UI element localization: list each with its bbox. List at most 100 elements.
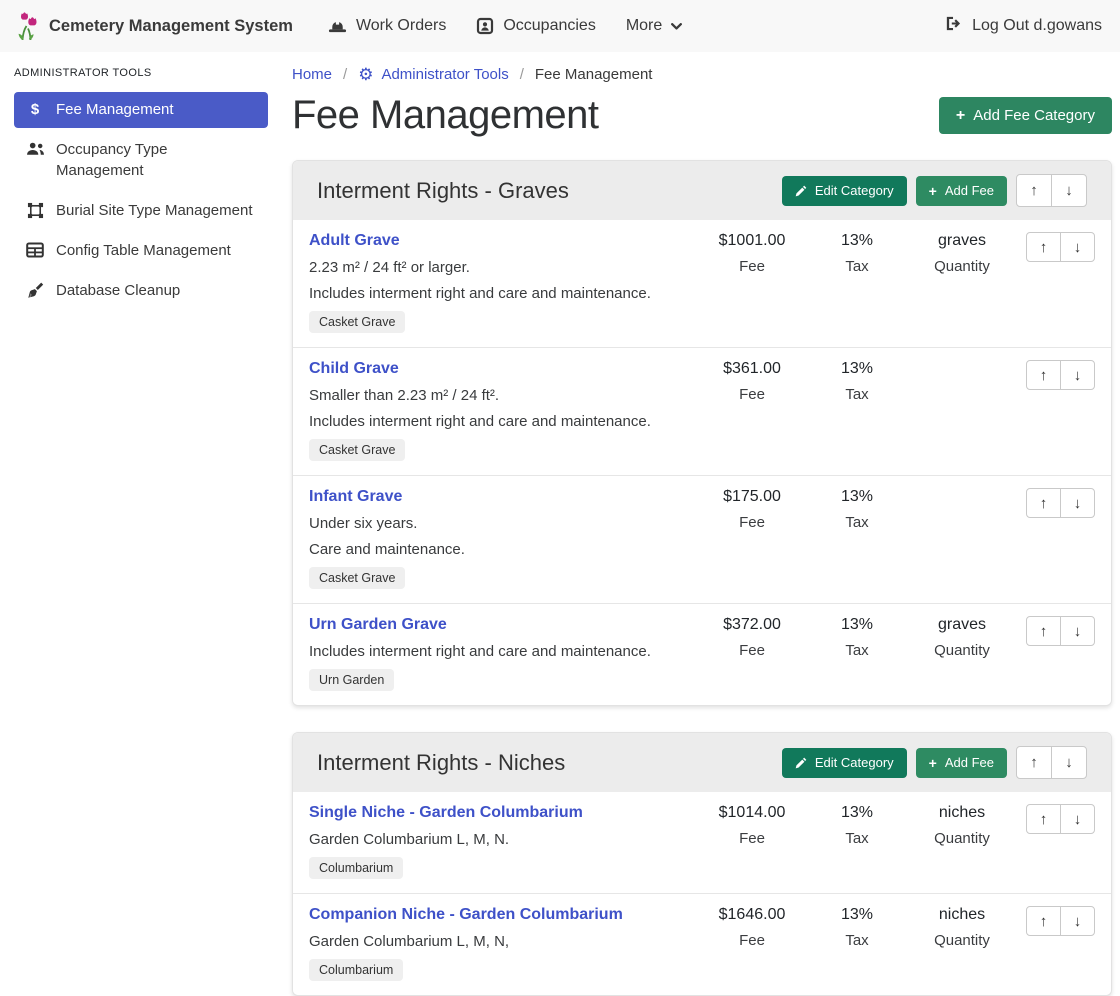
fee-tax: 13% [807,906,907,924]
sidebar-item-label: Config Table Management [56,241,231,261]
fee-tax: 13% [807,488,907,506]
move-fee-down-button[interactable]: ↓ [1060,906,1095,936]
sidebar-item-config-table-management[interactable]: Config Table Management [14,233,268,269]
sidebar-item-label: Occupancy Type Management [56,140,257,181]
fee-amount-cell: $175.00 Fee [697,488,807,589]
fee-descriptions: 2.23 m² / 24 ft² or larger.Includes inte… [309,259,697,302]
brand[interactable]: Cemetery Management System [16,11,293,41]
add-fee-category-label: Add Fee Category [973,107,1095,124]
fee-move-group: ↑ ↓ [1017,906,1095,981]
fee-move-group: ↑ ↓ [1017,616,1095,691]
move-category-down-button[interactable]: ↓ [1051,174,1087,207]
fee-badge: Casket Grave [309,311,405,333]
category-move-group: ↑ ↓ [1016,174,1087,207]
fee-amount-cell: $372.00 Fee [697,616,807,691]
fee-name-link[interactable]: Single Niche - Garden Columbarium [309,804,583,822]
add-fee-category-button[interactable]: + Add Fee Category [939,97,1112,134]
fee-name-link[interactable]: Urn Garden Grave [309,616,447,634]
breadcrumb-home-link[interactable]: Home [292,66,332,83]
move-fee-up-button[interactable]: ↑ [1026,488,1061,518]
fee-amount: $1014.00 [697,804,807,822]
move-fee-down-button[interactable]: ↓ [1060,804,1095,834]
move-fee-down-button[interactable]: ↓ [1060,360,1095,390]
move-fee-up-button[interactable]: ↑ [1026,804,1061,834]
logout-button[interactable]: Log Out d.gowans [944,15,1104,37]
fee-move-group: ↑ ↓ [1017,488,1095,589]
fee-tax: 13% [807,360,907,378]
fee-description: Includes interment right and care and ma… [309,285,697,302]
nav-item-label: Occupancies [503,17,596,35]
gear-icon: ⚙ [358,66,373,83]
fee-quantity: graves [907,232,1017,250]
fee-amount-cell: $361.00 Fee [697,360,807,461]
fee-quantity-label: Quantity [907,830,1017,847]
down-arrow-icon: ↓ [1074,812,1082,827]
fee-tax-label: Tax [807,642,907,659]
breadcrumb: Home / ⚙ Administrator Tools / Fee Manag… [292,66,1112,83]
plus-icon: + [929,184,937,198]
move-fee-up-button[interactable]: ↑ [1026,232,1061,262]
fee-badge: Columbarium [309,857,403,879]
breadcrumb-admin-tools-link[interactable]: ⚙ Administrator Tools [358,66,509,83]
category-actions: Edit Category + Add Fee ↑ ↓ [782,174,1087,207]
vector-square-icon [25,202,45,219]
fee-description: Smaller than 2.23 m² / 24 ft². [309,387,697,404]
sidebar-item-occupancy-type-management[interactable]: Occupancy Type Management [14,132,268,189]
breadcrumb-separator: / [520,66,524,83]
sidebar-item-fee-management[interactable]: $ Fee Management [14,92,268,128]
add-fee-button[interactable]: + Add Fee [916,176,1007,206]
fee-info: Infant Grave Under six years.Care and ma… [309,488,697,589]
fee-descriptions: Garden Columbarium L, M, N, [309,933,697,950]
fee-info: Adult Grave 2.23 m² / 24 ft² or larger.I… [309,232,697,333]
fee-name-link[interactable]: Child Grave [309,360,399,378]
move-fee-down-button[interactable]: ↓ [1060,616,1095,646]
move-category-down-button[interactable]: ↓ [1051,746,1087,779]
down-arrow-icon: ↓ [1065,183,1073,198]
move-fee-up-button[interactable]: ↑ [1026,906,1061,936]
move-fee-down-button[interactable]: ↓ [1060,232,1095,262]
category-title: Interment Rights - Graves [317,178,569,204]
edit-category-button[interactable]: Edit Category [782,748,907,778]
add-fee-button[interactable]: + Add Fee [916,748,1007,778]
fee-quantity: niches [907,804,1017,822]
breadcrumb-separator: / [343,66,347,83]
move-fee-up-button[interactable]: ↑ [1026,616,1061,646]
move-category-up-button[interactable]: ↑ [1016,174,1052,207]
fee-row: Adult Grave 2.23 m² / 24 ft² or larger.I… [293,220,1111,347]
broom-icon [25,282,45,299]
fee-name-link[interactable]: Adult Grave [309,232,400,250]
fee-name-link[interactable]: Companion Niche - Garden Columbarium [309,906,623,924]
users-icon [25,141,45,156]
sidebar-item-burial-site-type-management[interactable]: Burial Site Type Management [14,193,268,229]
fee-tax-cell: 13% Tax [807,616,907,691]
fee-quantity-cell [907,360,1017,461]
nav-item-occupancies[interactable]: Occupancies [461,17,611,35]
sidebar-item-label: Burial Site Type Management [56,201,253,221]
fee-amount: $361.00 [697,360,807,378]
fee-badge-wrap: Columbarium [309,959,697,981]
fee-description: Includes interment right and care and ma… [309,643,697,660]
fee-quantity-label: Quantity [907,932,1017,949]
down-arrow-icon: ↓ [1074,368,1082,383]
hard-hat-icon [328,18,347,34]
fee-quantity: niches [907,906,1017,924]
fee-category-card: Interment Rights - Graves Edit Category … [292,160,1112,706]
fee-amount-label: Fee [697,514,807,531]
edit-category-button[interactable]: Edit Category [782,176,907,206]
down-arrow-icon: ↓ [1065,755,1073,770]
sidebar-item-database-cleanup[interactable]: Database Cleanup [14,273,268,309]
move-fee-up-button[interactable]: ↑ [1026,360,1061,390]
chevron-down-icon [671,23,682,30]
fee-category-list: Interment Rights - Graves Edit Category … [292,160,1112,996]
move-category-up-button[interactable]: ↑ [1016,746,1052,779]
fee-description: Includes interment right and care and ma… [309,413,697,430]
fee-name-link[interactable]: Infant Grave [309,488,402,506]
add-fee-label: Add Fee [945,755,994,770]
nav-item-work-orders[interactable]: Work Orders [313,17,461,35]
move-fee-down-button[interactable]: ↓ [1060,488,1095,518]
dollar-icon: $ [25,101,45,119]
nav-item-more[interactable]: More [611,17,697,35]
fee-amount-cell: $1001.00 Fee [697,232,807,333]
pencil-icon [795,757,807,769]
main-content: Home / ⚙ Administrator Tools / Fee Manag… [280,52,1120,996]
